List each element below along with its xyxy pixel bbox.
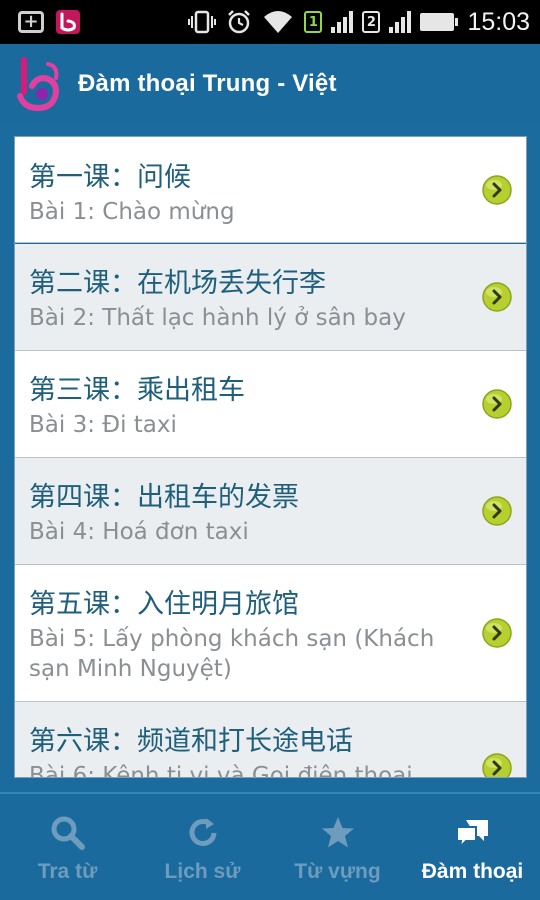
bottom-tab-bar: Tra từ Lịch sử Từ vựng Đàm thoại (0, 792, 540, 900)
tab-dam-thoai[interactable]: Đàm thoại (405, 794, 540, 900)
signal1-icon (331, 11, 354, 33)
wifi-icon (264, 11, 293, 33)
alarm-icon (228, 10, 251, 34)
lesson-title-vi: Bài 5: Lấy phòng khách sạn (Khách sạn Mi… (29, 626, 435, 682)
tab-lich-su[interactable]: Lịch sử (135, 794, 270, 900)
vibrate-icon (188, 10, 217, 34)
chevron-right-icon (482, 282, 512, 312)
lesson-title-vi: Bài 3: Đi taxi (29, 412, 177, 438)
lesson-item-4[interactable]: 第四课：出租车的发票 Bài 4: Hoá đơn taxi (15, 458, 526, 565)
lesson-title-zh: 第六课：频道和打长途电话 (29, 726, 353, 757)
sim2-label: 2 (366, 14, 376, 30)
lesson-title-vi: Bài 2: Thất lạc hành lý ở sân bay (29, 305, 406, 331)
lesson-item-2[interactable]: 第二课：在机场丢失行李 Bài 2: Thất lạc hành lý ở sâ… (15, 244, 526, 351)
notification-add-icon: + (18, 11, 44, 33)
chevron-right-icon (482, 175, 512, 205)
app-title: Đàm thoại Trung - Việt (78, 70, 337, 97)
clock: 15:03 (467, 7, 530, 36)
lesson-item-1[interactable]: 第一课：问候 Bài 1: Chào mừng (15, 137, 526, 243)
sim2-icon: 2 (362, 11, 381, 33)
lesson-item-3[interactable]: 第三课：乘出租车 Bài 3: Đi taxi (15, 351, 526, 458)
lesson-title-zh: 第一课：问候 (29, 162, 191, 193)
sim1-icon: 1 (304, 11, 323, 33)
tab-tra-tu[interactable]: Tra từ (0, 794, 135, 900)
tab-label: Đàm thoại (421, 860, 524, 883)
star-icon (321, 817, 354, 848)
battery-icon (420, 13, 459, 31)
lesson-title-vi: Bài 6: Kênh ti vi và Gọi điện thoại (29, 763, 413, 778)
lesson-list-container: 第一课：问候 Bài 1: Chào mừng 第二课：在机场丢失行李 Bài … (0, 124, 540, 792)
chevron-right-icon (482, 753, 512, 777)
app-notification-icon (56, 10, 80, 34)
tab-label: Tra từ (37, 860, 98, 883)
lesson-title-zh: 第四课：出租车的发票 (29, 482, 299, 513)
lesson-title-vi: Bài 4: Hoá đơn taxi (29, 519, 249, 545)
chat-icon (455, 820, 488, 850)
history-icon (189, 818, 216, 846)
lesson-title-zh: 第三课：乘出租车 (29, 375, 245, 406)
sim1-label: 1 (308, 14, 318, 30)
lesson-title-vi: Bài 1: Chào mừng (29, 199, 235, 225)
app-logo-icon[interactable] (14, 56, 64, 112)
tab-label: Từ vựng (294, 860, 381, 883)
tab-tu-vung[interactable]: Từ vựng (270, 794, 405, 900)
chevron-right-icon (482, 496, 512, 526)
lesson-item-5[interactable]: 第五课：入住明月旅馆 Bài 5: Lấy phòng khách sạn (K… (15, 565, 526, 702)
lesson-item-6[interactable]: 第六课：频道和打长途电话 Bài 6: Kênh ti vi và Gọi đi… (15, 702, 526, 778)
action-bar: Đàm thoại Trung - Việt (0, 44, 540, 124)
chevron-right-icon (482, 389, 512, 419)
chevron-right-icon (482, 618, 512, 648)
search-icon (51, 816, 85, 850)
lesson-title-zh: 第五课：入住明月旅馆 (29, 589, 299, 620)
lesson-title-zh: 第二课：在机场丢失行李 (29, 268, 326, 299)
tab-label: Lịch sử (164, 860, 241, 883)
status-bar: + 1 2 15:03 (0, 0, 540, 44)
lesson-list[interactable]: 第一课：问候 Bài 1: Chào mừng 第二课：在机场丢失行李 Bài … (14, 136, 527, 778)
signal2-icon (389, 11, 412, 33)
